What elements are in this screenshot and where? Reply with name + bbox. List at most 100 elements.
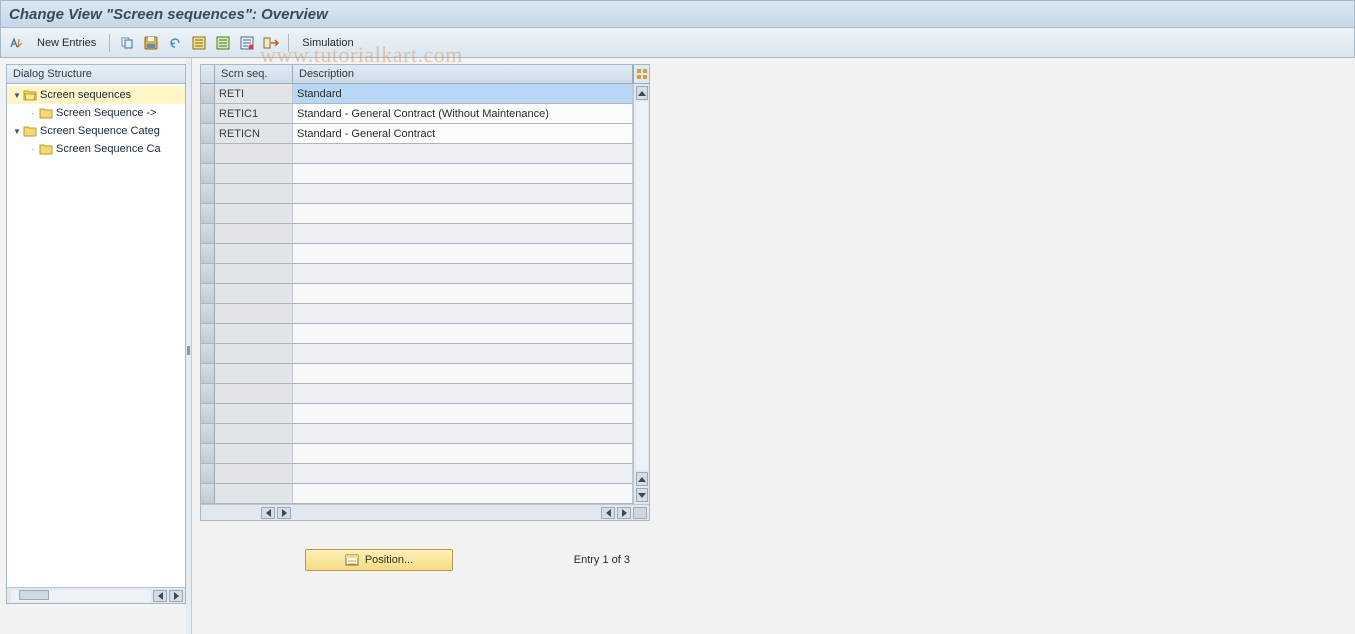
grid-vscroll[interactable]: [633, 84, 649, 504]
cell-description[interactable]: [293, 444, 633, 463]
cell-scrnseq[interactable]: [215, 424, 293, 443]
cell-scrnseq[interactable]: [215, 404, 293, 423]
cell-description[interactable]: [293, 224, 633, 243]
table-row[interactable]: [201, 204, 633, 224]
table-row[interactable]: [201, 264, 633, 284]
table-row[interactable]: RETIC1Standard - General Contract (Witho…: [201, 104, 633, 124]
bullet-icon[interactable]: ·: [27, 145, 39, 154]
cell-description[interactable]: [293, 484, 633, 503]
tree-node[interactable]: ▼Screen sequences: [7, 86, 185, 104]
table-row[interactable]: RETIStandard: [201, 84, 633, 104]
select-all-icon[interactable]: [189, 33, 209, 53]
delete-icon[interactable]: [237, 33, 257, 53]
undo-icon[interactable]: [165, 33, 185, 53]
table-row[interactable]: [201, 484, 633, 504]
cell-description[interactable]: Standard - General Contract: [293, 124, 633, 143]
row-selector[interactable]: [201, 384, 215, 403]
table-row[interactable]: [201, 424, 633, 444]
cell-scrnseq[interactable]: [215, 484, 293, 503]
row-selector[interactable]: [201, 144, 215, 163]
row-selector[interactable]: [201, 364, 215, 383]
hscroll-left[interactable]: [153, 590, 167, 602]
table-row[interactable]: [201, 164, 633, 184]
vscroll-up[interactable]: [636, 86, 648, 100]
row-selector[interactable]: [201, 464, 215, 483]
row-selector[interactable]: [201, 304, 215, 323]
table-row[interactable]: [201, 304, 633, 324]
cell-description[interactable]: [293, 424, 633, 443]
cell-scrnseq[interactable]: RETIC1: [215, 104, 293, 123]
hscroll-thumb[interactable]: [19, 590, 49, 600]
table-row[interactable]: [201, 444, 633, 464]
cell-scrnseq[interactable]: [215, 144, 293, 163]
grid-hscroll[interactable]: [201, 504, 649, 520]
table-row[interactable]: [201, 364, 633, 384]
cell-scrnseq[interactable]: [215, 464, 293, 483]
cell-description[interactable]: [293, 144, 633, 163]
cell-description[interactable]: [293, 284, 633, 303]
cell-scrnseq[interactable]: [215, 264, 293, 283]
cell-description[interactable]: [293, 304, 633, 323]
row-selector[interactable]: [201, 284, 215, 303]
row-selector[interactable]: [201, 444, 215, 463]
table-row[interactable]: [201, 144, 633, 164]
cell-scrnseq[interactable]: [215, 384, 293, 403]
cell-description[interactable]: [293, 264, 633, 283]
toggle-mode-icon[interactable]: [7, 33, 27, 53]
row-selector[interactable]: [201, 324, 215, 343]
cell-description[interactable]: [293, 204, 633, 223]
row-selector[interactable]: [201, 84, 215, 103]
vscroll-down-btn[interactable]: [636, 488, 648, 502]
table-row[interactable]: [201, 184, 633, 204]
tree-node[interactable]: ·Screen Sequence Ca: [7, 140, 185, 158]
vscroll-track[interactable]: [636, 102, 648, 470]
cell-scrnseq[interactable]: [215, 364, 293, 383]
row-selector[interactable]: [201, 264, 215, 283]
row-selector[interactable]: [201, 424, 215, 443]
cell-scrnseq[interactable]: [215, 164, 293, 183]
tree-node[interactable]: ▼Screen Sequence Categ: [7, 122, 185, 140]
cell-description[interactable]: Standard: [293, 84, 633, 103]
cell-scrnseq[interactable]: [215, 204, 293, 223]
cell-description[interactable]: Standard - General Contract (Without Mai…: [293, 104, 633, 123]
hscroll-right[interactable]: [169, 590, 183, 602]
col2-scroll-left[interactable]: [601, 507, 615, 519]
cell-description[interactable]: [293, 344, 633, 363]
col1-scroll-left[interactable]: [261, 507, 275, 519]
row-selector[interactable]: [201, 484, 215, 503]
table-row[interactable]: [201, 244, 633, 264]
header-select-all[interactable]: [201, 65, 215, 83]
table-row[interactable]: RETICNStandard - General Contract: [201, 124, 633, 144]
splitter[interactable]: [186, 58, 192, 634]
tree-hscroll[interactable]: [7, 587, 185, 603]
row-selector[interactable]: [201, 164, 215, 183]
cell-description[interactable]: [293, 364, 633, 383]
table-row[interactable]: [201, 384, 633, 404]
position-button[interactable]: Position...: [305, 549, 453, 571]
new-entries-button[interactable]: New Entries: [31, 37, 102, 49]
table-row[interactable]: [201, 284, 633, 304]
cell-description[interactable]: [293, 324, 633, 343]
row-selector[interactable]: [201, 244, 215, 263]
table-row[interactable]: [201, 344, 633, 364]
col-header-scrnseq[interactable]: Scrn seq.: [215, 65, 293, 83]
cell-description[interactable]: [293, 184, 633, 203]
row-selector[interactable]: [201, 184, 215, 203]
cell-scrnseq[interactable]: [215, 444, 293, 463]
row-selector[interactable]: [201, 204, 215, 223]
table-row[interactable]: [201, 324, 633, 344]
save-icon[interactable]: [141, 33, 161, 53]
deselect-all-icon[interactable]: [213, 33, 233, 53]
row-selector[interactable]: [201, 404, 215, 423]
cell-description[interactable]: [293, 404, 633, 423]
col1-scroll-right[interactable]: [277, 507, 291, 519]
collapse-icon[interactable]: ▼: [11, 127, 23, 136]
cell-scrnseq[interactable]: [215, 324, 293, 343]
cell-scrnseq[interactable]: [215, 344, 293, 363]
cell-description[interactable]: [293, 244, 633, 263]
cell-scrnseq[interactable]: [215, 184, 293, 203]
dialog-structure-tree[interactable]: ▼Screen sequences·Screen Sequence ->▼Scr…: [7, 84, 185, 587]
cell-description[interactable]: [293, 384, 633, 403]
collapse-icon[interactable]: ▼: [11, 91, 23, 100]
table-row[interactable]: [201, 224, 633, 244]
